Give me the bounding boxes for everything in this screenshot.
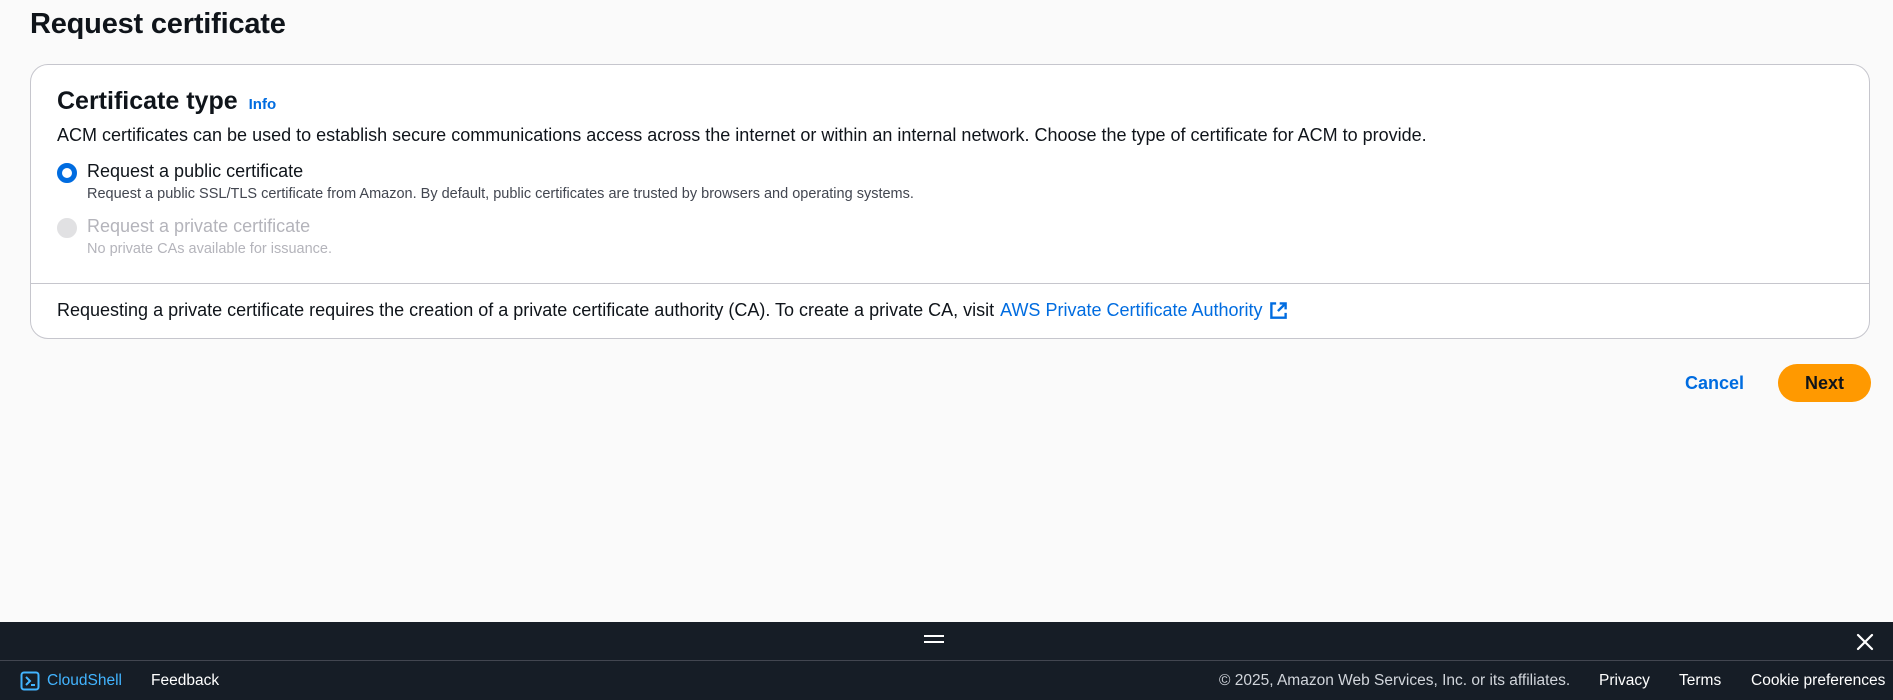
cloudshell-bar — [0, 622, 1893, 661]
panel-body: Certificate type Info ACM certificates c… — [31, 65, 1869, 283]
aws-private-ca-link[interactable]: AWS Private Certificate Authority — [1000, 300, 1287, 321]
private-certificate-text: Request a private certificate No private… — [87, 214, 332, 257]
cookie-preferences-link[interactable]: Cookie preferences — [1751, 672, 1885, 690]
page: Request certificate Certificate type Inf… — [0, 0, 1893, 700]
public-certificate-text: Request a public certificate Request a p… — [87, 159, 914, 202]
private-certificate-radio — [57, 218, 77, 238]
drag-handle-icon[interactable] — [924, 635, 944, 645]
console-footer: CloudShell Feedback © 2025, Amazon Web S… — [0, 661, 1893, 700]
terms-link[interactable]: Terms — [1679, 672, 1721, 690]
cloudshell-icon — [20, 671, 40, 691]
public-certificate-label[interactable]: Request a public certificate — [87, 159, 914, 183]
cloudshell-label[interactable]: CloudShell — [47, 672, 122, 690]
feedback-link[interactable]: Feedback — [151, 672, 219, 690]
public-certificate-option[interactable]: Request a public certificate Request a p… — [57, 159, 914, 202]
public-certificate-description: Request a public SSL/TLS certificate fro… — [87, 186, 914, 202]
public-certificate-radio[interactable] — [57, 163, 77, 183]
panel-description: ACM certificates can be used to establis… — [57, 125, 1427, 145]
panel-title: Certificate type — [57, 87, 238, 115]
info-link[interactable]: Info — [249, 96, 277, 113]
private-certificate-label: Request a private certificate — [87, 216, 311, 236]
private-certificate-option: Request a private certificate No private… — [57, 214, 332, 257]
private-ca-note: Requesting a private certificate require… — [57, 300, 995, 320]
cloudshell-button[interactable]: CloudShell — [20, 671, 122, 691]
page-title: Request certificate — [30, 8, 286, 40]
cancel-button[interactable]: Cancel — [1667, 365, 1762, 402]
external-link-icon — [1269, 302, 1287, 319]
aws-private-ca-link-label[interactable]: AWS Private Certificate Authority — [1000, 300, 1262, 321]
panel-header: Certificate type Info — [57, 87, 1843, 116]
close-icon[interactable] — [1854, 631, 1876, 653]
certificate-type-panel: Certificate type Info ACM certificates c… — [30, 64, 1870, 339]
panel-footer: Requesting a private certificate require… — [31, 283, 1869, 338]
privacy-link[interactable]: Privacy — [1599, 672, 1650, 690]
copyright-text: © 2025, Amazon Web Services, Inc. or its… — [1219, 672, 1571, 689]
next-button[interactable]: Next — [1778, 364, 1871, 402]
form-actions: Cancel Next — [1667, 364, 1871, 402]
private-certificate-description: No private CAs available for issuance. — [87, 241, 333, 257]
